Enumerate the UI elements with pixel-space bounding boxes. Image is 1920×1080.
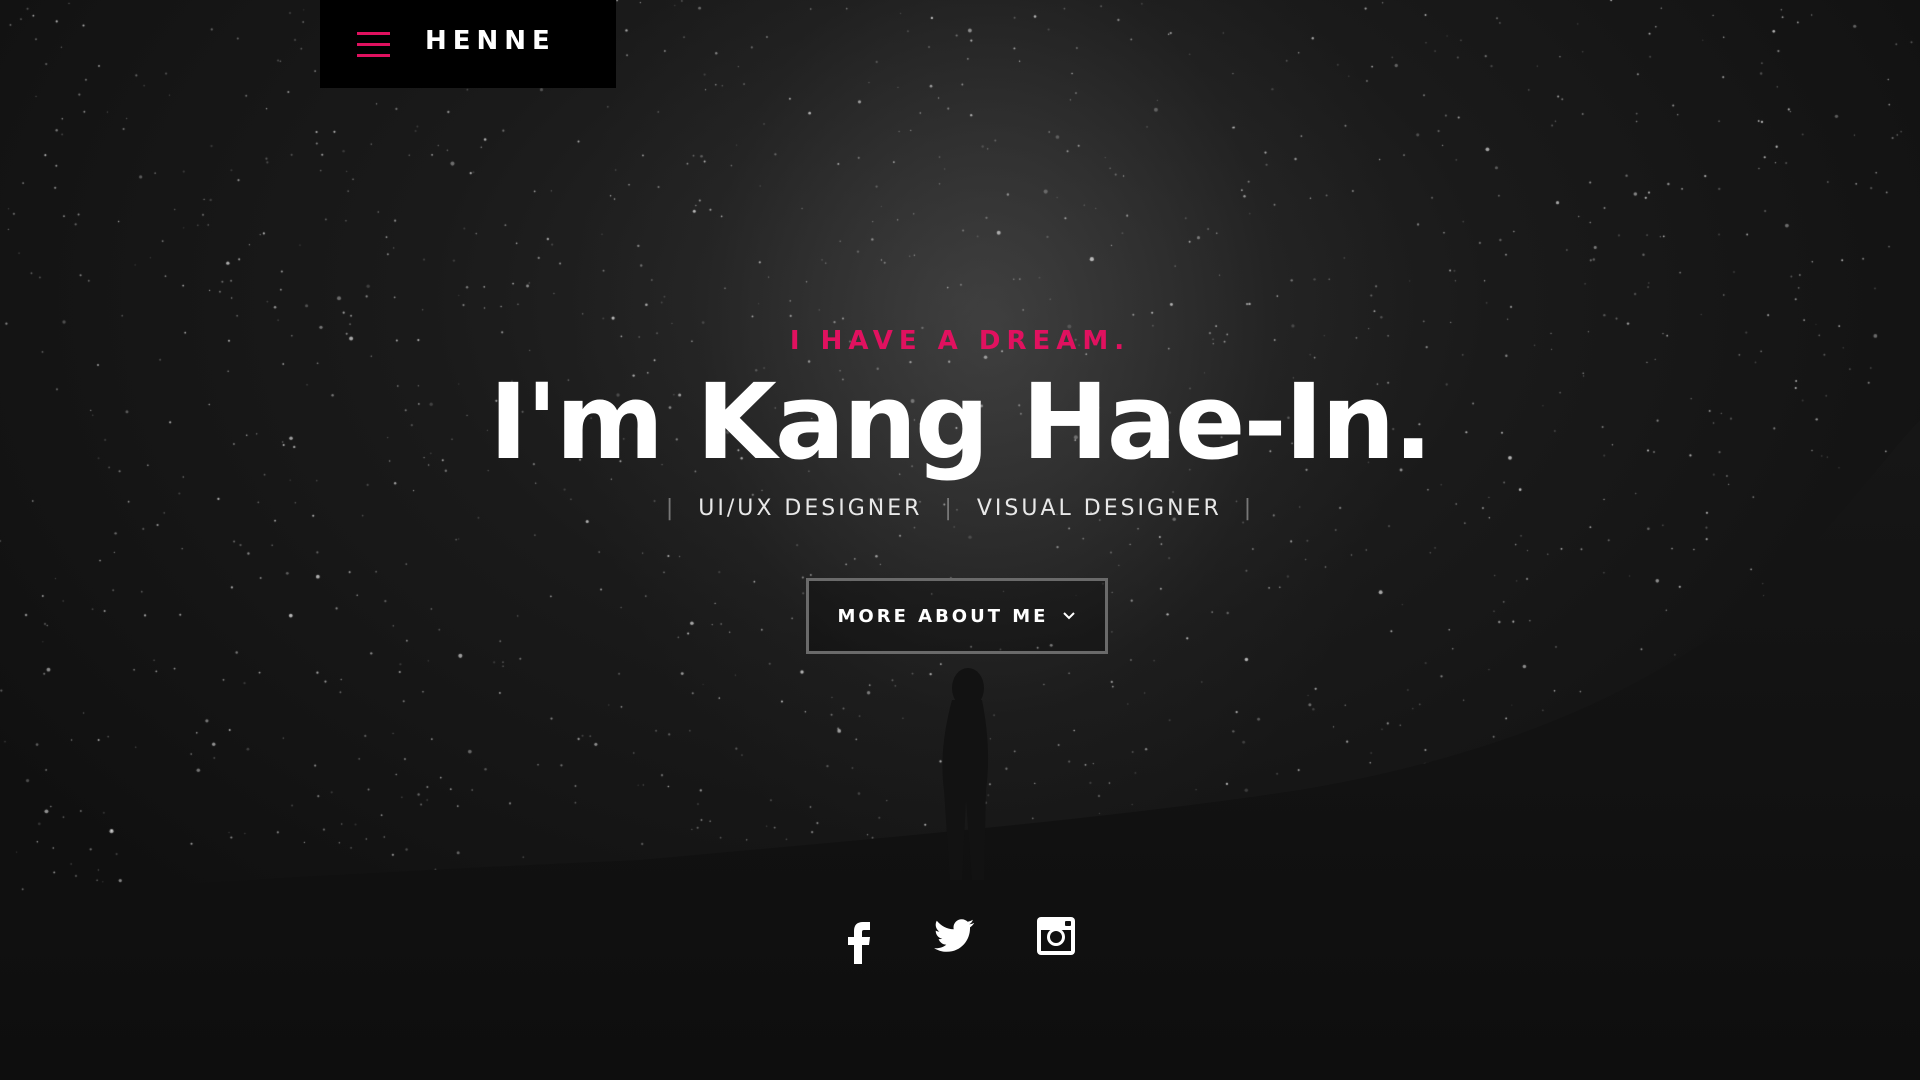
role-list: | UI/UX DESIGNER | VISUAL DESIGNER | [0,496,1920,521]
more-about-me-button[interactable]: MORE ABOUT ME [806,578,1108,654]
role-separator: | [944,496,955,521]
social-links [0,908,1920,964]
hero-tagline: I HAVE A DREAM. [789,326,1131,356]
brand-logo-text[interactable]: HENNE [425,26,556,56]
facebook-icon[interactable] [832,908,888,964]
role-separator: | [1243,496,1255,521]
hero-section: HENNE I HAVE A DREAM. I'm Kang Hae-In. |… [0,0,1920,1080]
more-about-me-label: MORE ABOUT ME [837,605,1049,627]
hamburger-menu-icon[interactable] [357,32,390,58]
role-separator: | [665,496,677,521]
twitter-icon[interactable] [926,908,982,964]
role-visual-designer: VISUAL DESIGNER [976,496,1222,521]
hero-headline: I'm Kang Hae-In. [489,361,1433,483]
brand-bar: HENNE [320,0,616,88]
role-uiux-designer: UI/UX DESIGNER [698,496,923,521]
instagram-icon[interactable] [1028,908,1084,964]
chevron-down-icon [1063,612,1076,620]
